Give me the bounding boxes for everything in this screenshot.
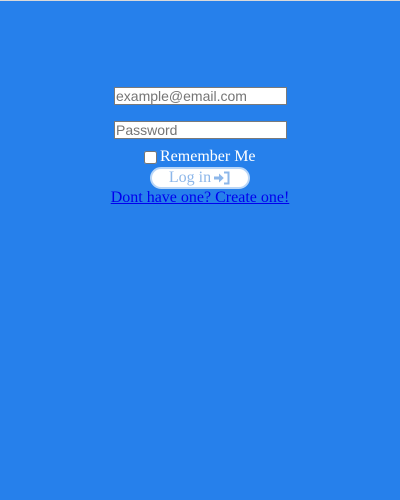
login-button-label: Log in: [168, 169, 212, 186]
remember-me-row[interactable]: Remember Me: [144, 148, 256, 166]
sign-in-icon: [213, 171, 231, 185]
remember-me-checkbox[interactable]: [144, 150, 157, 164]
login-button[interactable]: Log in: [150, 167, 250, 189]
email-field[interactable]: [114, 87, 287, 105]
remember-me-label: Remember Me: [160, 148, 256, 165]
password-field[interactable]: [114, 121, 287, 139]
login-form: Remember Me Log in Dont have one? Create…: [0, 0, 400, 500]
create-account-link[interactable]: Dont have one? Create one!: [0, 189, 400, 207]
